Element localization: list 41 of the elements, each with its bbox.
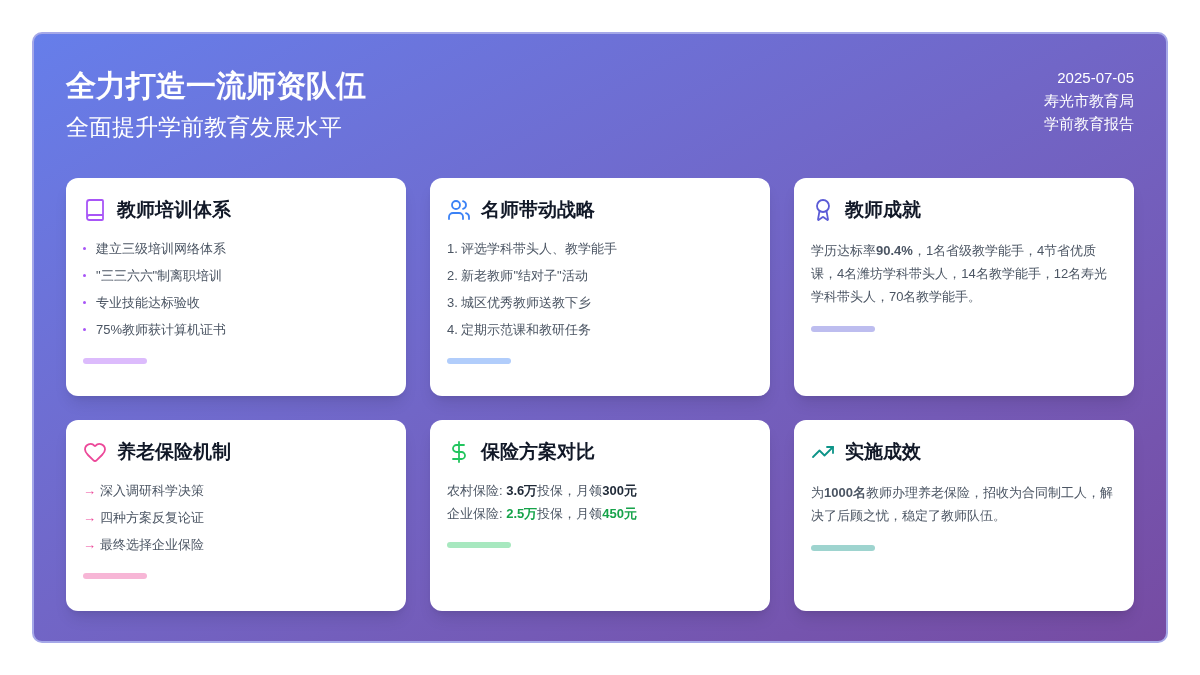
arrow-marker: → (83, 508, 96, 527)
page-title: 全力打造一流师资队伍 (66, 68, 366, 104)
plan-label: 农村保险: (447, 481, 504, 500)
list-item: 建立三级培训网络体系 (96, 239, 226, 258)
header-meta: 寿光市教育局 (1044, 91, 1134, 111)
pension-amount: 300元 (602, 481, 637, 500)
card-title: 保险方案对比 (481, 440, 595, 464)
list-item: 4. 定期示范课和教研任务 (447, 320, 593, 339)
accent-bar (811, 325, 875, 332)
card-title: 养老保险机制 (117, 440, 231, 464)
header-meta: 2025-07-05 (1057, 68, 1134, 88)
accent-bar (83, 572, 147, 579)
accent-bar (447, 541, 511, 548)
list-item: 四种方案反复论证 (100, 508, 204, 527)
plan-label: 企业保险: (447, 504, 504, 523)
card-title: 教师成就 (845, 198, 921, 222)
list-item: 最终选择企业保险 (100, 535, 204, 554)
accent-bar (83, 357, 147, 364)
card-title: 实施成效 (845, 440, 921, 464)
list-item: 75%教师获计算机证书 (96, 320, 227, 339)
list-item: 1. 评选学科带头人、教学能手 (447, 239, 619, 258)
arrow-marker: → (83, 535, 96, 554)
accent-bar (447, 357, 511, 364)
plan-text: 投保，月领 (537, 504, 603, 523)
card-text: 学历达标率90.4%，1名省级教学能手，4节省优质课，4名潍坊学科带头人，14名教学能手，12名寿光学科带头人，70名教学能手。 (811, 241, 1109, 306)
page-subtitle: 全面提升学前教育发展水平 (66, 113, 343, 142)
card-title: 名师带动战略 (481, 198, 595, 222)
list-item: "三三六六"制离职培训 (96, 266, 223, 285)
card-title: 教师培训体系 (117, 198, 231, 222)
accent-bar (811, 544, 875, 551)
pension-amount: 450元 (602, 504, 637, 523)
list-item: 深入调研科学决策 (100, 481, 204, 500)
premium-amount: 2.5万 (506, 504, 538, 523)
list-item: 2. 新老教师"结对子"活动 (447, 266, 589, 285)
list-item: 专业技能达标验收 (96, 293, 200, 312)
header-meta: 学前教育报告 (1044, 114, 1134, 134)
card-text: 为1000名教师办理养老保险，招收为合同制工人，解决了后顾之忧，稳定了教师队伍。 (811, 483, 1114, 525)
premium-amount: 3.6万 (506, 481, 538, 500)
arrow-marker: → (83, 481, 96, 500)
list-item: 3. 城区优秀教师送教下乡 (447, 293, 593, 312)
plan-text: 投保，月领 (537, 481, 603, 500)
